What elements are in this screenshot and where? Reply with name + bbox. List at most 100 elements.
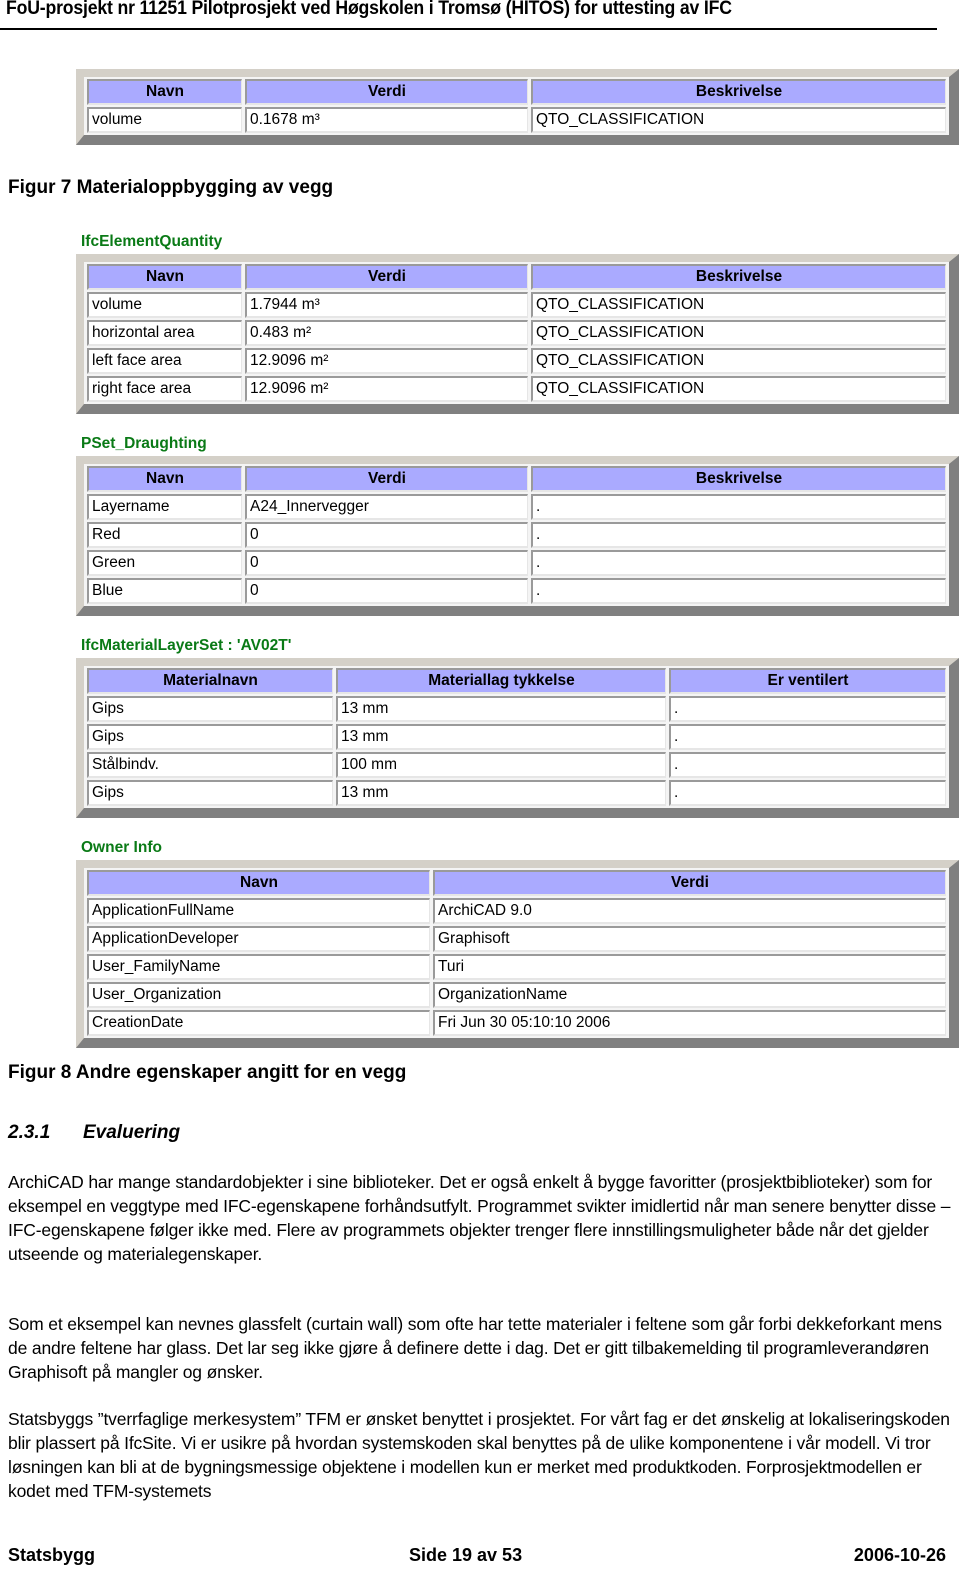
column-header: Beskrivelse [531,264,946,290]
table-top-frame: Navn Verdi Beskrivelse volume 0.1678 m³ … [76,69,959,145]
table-row: volume 1.7944 m³ QTO_CLASSIFICATION [87,292,946,318]
material-layer-set-frame: Materialnavn Materiallag tykkelse Er ven… [76,658,959,818]
cell-value: 0 [245,522,528,548]
cell-name: horizontal area [87,320,242,346]
table-top: Navn Verdi Beskrivelse volume 0.1678 m³ … [84,77,949,135]
footer-page-number: Side 19 av 53 [409,1545,523,1565]
column-header: Verdi [433,870,946,896]
cell-ventilated: . [669,780,946,806]
cell-value: Turi [433,954,946,980]
cell-value: A24_Innervegger [245,494,528,520]
paragraph: Statsbyggs ”tverrfaglige merkesystem” TF… [8,1409,950,1501]
owner-info-frame: Navn Verdi ApplicationFullName ArchiCAD … [76,860,959,1048]
cell-value: 12.9096 m² [245,348,528,374]
table-row: right face area 12.9096 m² QTO_CLASSIFIC… [87,376,946,402]
cell-thickness: 13 mm [336,780,666,806]
cell-description: QTO_CLASSIFICATION [531,320,946,346]
cell-description: . [531,522,946,548]
section-number: 2.3.1 [8,1122,51,1143]
cell-value: 0.483 m² [245,320,528,346]
section-heading: 2.3.1 Evaluering [8,1122,180,1144]
column-header: Navn [87,870,430,896]
column-header: Verdi [245,264,528,290]
cell-description: QTO_CLASSIFICATION [531,292,946,318]
cell-name: ApplicationDeveloper [87,926,430,952]
footer-date: 2006-10-26 [853,1545,946,1565]
cell-name: User_Organization [87,982,430,1008]
cell-name: CreationDate [87,1010,430,1036]
table-row: Green 0 . [87,550,946,576]
cell-name: Red [87,522,242,548]
owner-info-table: Navn Verdi ApplicationFullName ArchiCAD … [84,868,949,1038]
pset-draughting-label: PSet_Draughting [81,435,207,452]
table-row: Gips 13 mm . [87,724,946,750]
column-header: Verdi [245,79,528,105]
cell-value: Graphisoft [433,926,946,952]
table-row: Layername A24_Innervegger . [87,494,946,520]
column-header: Beskrivelse [531,79,946,105]
cell-thickness: 100 mm [336,752,666,778]
column-header: Er ventilert [669,668,946,694]
cell-name: User_FamilyName [87,954,430,980]
table-row: volume 0.1678 m³ QTO_CLASSIFICATION [87,107,946,133]
column-header: Materiallag tykkelse [336,668,666,694]
cell-value: ArchiCAD 9.0 [433,898,946,924]
cell-value: Fri Jun 30 05:10:10 2006 [433,1010,946,1036]
cell-ventilated: . [669,752,946,778]
figure-8-caption: Figur 8 Andre egenskaper angitt for en v… [8,1062,407,1083]
pset-draughting-table: Navn Verdi Beskrivelse Layername A24_Inn… [84,464,949,606]
column-header: Navn [87,79,242,105]
table-row: ApplicationFullName ArchiCAD 9.0 [87,898,946,924]
table-row: Gips 13 mm . [87,780,946,806]
pset-draughting-frame: Navn Verdi Beskrivelse Layername A24_Inn… [76,456,959,616]
paragraph: ArchiCAD har mange standardobjekter i si… [8,1172,951,1264]
cell-name: right face area [87,376,242,402]
cell-value: 1.7944 m³ [245,292,528,318]
cell-material: Stålbindv. [87,752,333,778]
cell-ventilated: . [669,696,946,722]
column-header: Navn [87,466,242,492]
cell-name: Green [87,550,242,576]
cell-description: . [531,550,946,576]
cell-value: 0 [245,550,528,576]
header-divider [0,28,937,30]
element-quantity-frame: Navn Verdi Beskrivelse volume 1.7944 m³ … [76,254,959,414]
column-header: Navn [87,264,242,290]
cell-description: . [531,578,946,604]
cell-name: volume [87,107,242,133]
table-row: Stålbindv. 100 mm . [87,752,946,778]
cell-description: QTO_CLASSIFICATION [531,348,946,374]
cell-name: ApplicationFullName [87,898,430,924]
cell-description: . [531,494,946,520]
material-layer-set-label: IfcMaterialLayerSet : 'AV02T' [81,637,292,654]
element-quantity-table: Navn Verdi Beskrivelse volume 1.7944 m³ … [84,262,949,404]
cell-value: 0 [245,578,528,604]
cell-material: Gips [87,696,333,722]
cell-value: OrganizationName [433,982,946,1008]
page-header-title: FoU-prosjekt nr 11251 Pilotprosjekt ved … [6,0,732,19]
figure-7-caption: Figur 7 Materialoppbygging av vegg [8,177,334,198]
table-row: horizontal area 0.483 m² QTO_CLASSIFICAT… [87,320,946,346]
footer-left: Statsbygg [8,1545,96,1565]
column-header: Materialnavn [87,668,333,694]
cell-description: QTO_CLASSIFICATION [531,376,946,402]
cell-value: 12.9096 m² [245,376,528,402]
section-title: Evaluering [83,1122,181,1143]
table-row: User_Organization OrganizationName [87,982,946,1008]
cell-thickness: 13 mm [336,696,666,722]
table-row: User_FamilyName Turi [87,954,946,980]
cell-name: volume [87,292,242,318]
cell-thickness: 13 mm [336,724,666,750]
table-row: Blue 0 . [87,578,946,604]
table-row: Red 0 . [87,522,946,548]
column-header: Beskrivelse [531,466,946,492]
table-row: ApplicationDeveloper Graphisoft [87,926,946,952]
element-quantity-label: IfcElementQuantity [81,233,223,250]
paragraph: Som et eksempel kan nevnes glassfelt (cu… [8,1314,942,1382]
table-row: left face area 12.9096 m² QTO_CLASSIFICA… [87,348,946,374]
cell-name: left face area [87,348,242,374]
cell-name: Layername [87,494,242,520]
table-row: Gips 13 mm . [87,696,946,722]
cell-ventilated: . [669,724,946,750]
cell-material: Gips [87,780,333,806]
